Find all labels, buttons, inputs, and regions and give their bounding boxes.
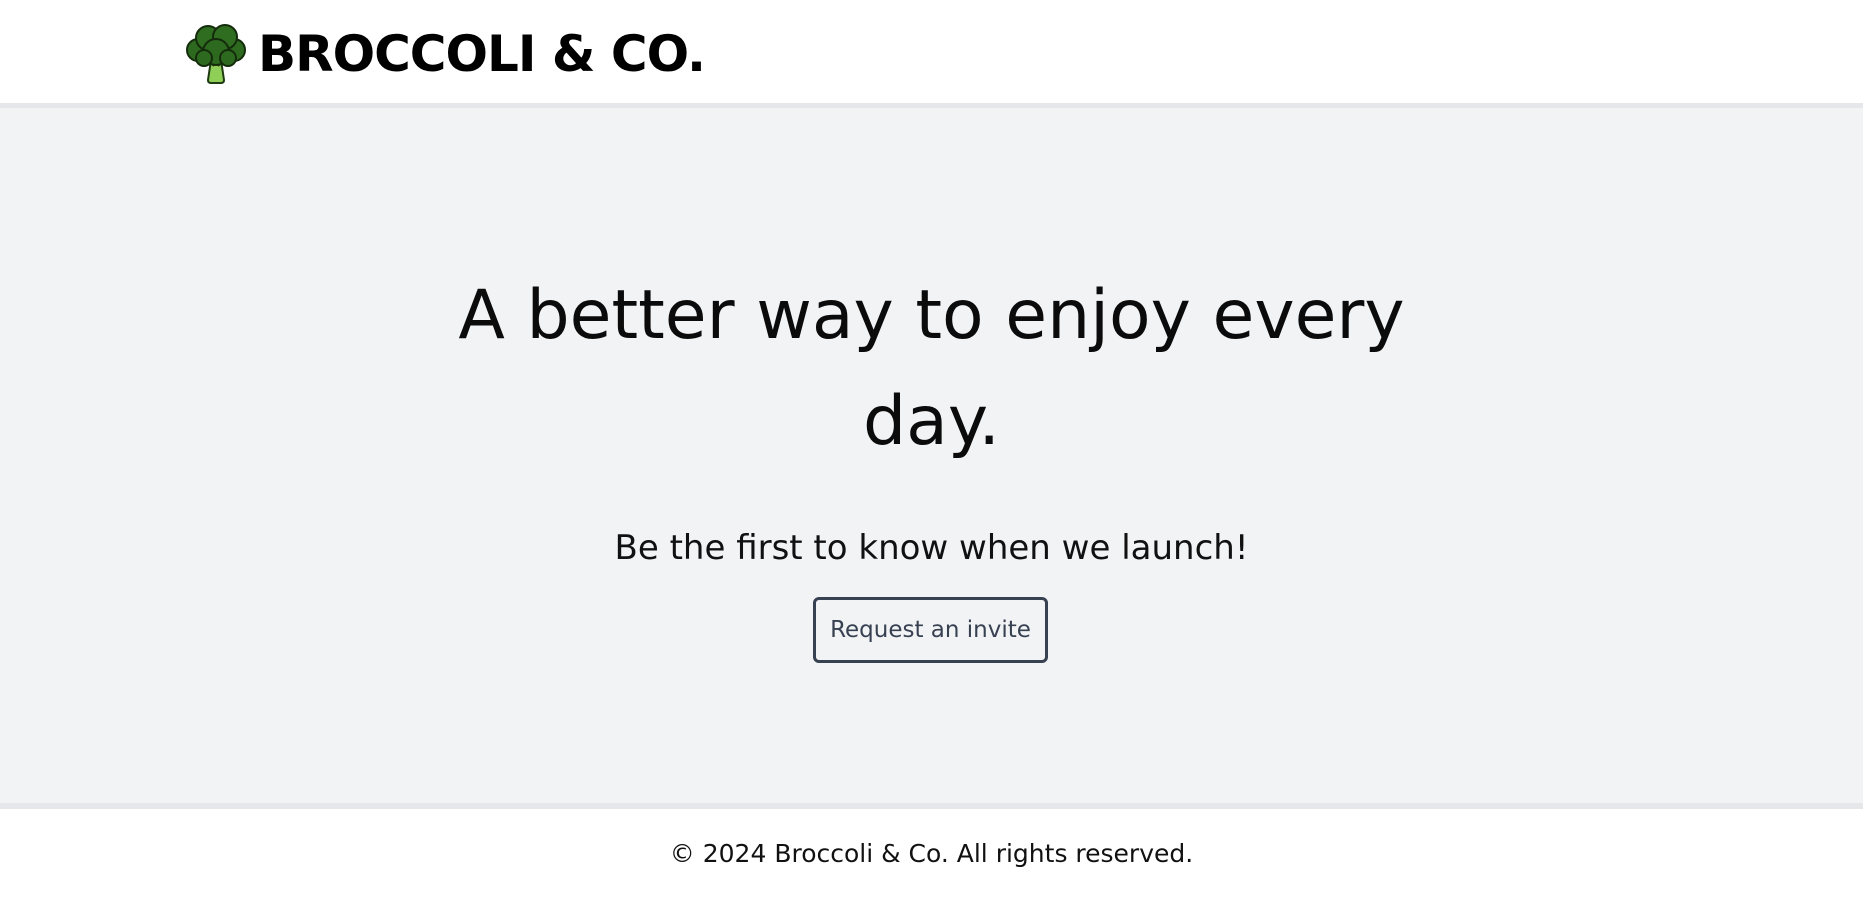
request-invite-button[interactable]: Request an invite: [813, 597, 1048, 663]
site-footer: © 2024 Broccoli & Co. All rights reserve…: [0, 803, 1863, 898]
hero-title-line-2: day.: [863, 382, 1000, 461]
brand-name: BROCCOLI & CO.: [258, 25, 706, 83]
brand[interactable]: BROCCOLI & CO.: [184, 22, 706, 86]
site-header: BROCCOLI & CO.: [0, 0, 1863, 108]
hero-subtitle: Be the first to know when we launch!: [614, 528, 1249, 568]
hero-title-line-1: A better way to enjoy every: [458, 276, 1405, 355]
broccoli-icon: [186, 24, 246, 84]
hero-section: A better way to enjoy every day. Be the …: [0, 108, 1863, 803]
hero-title: A better way to enjoy every day.: [0, 263, 1863, 475]
copyright-text: © 2024 Broccoli & Co. All rights reserve…: [669, 839, 1194, 868]
